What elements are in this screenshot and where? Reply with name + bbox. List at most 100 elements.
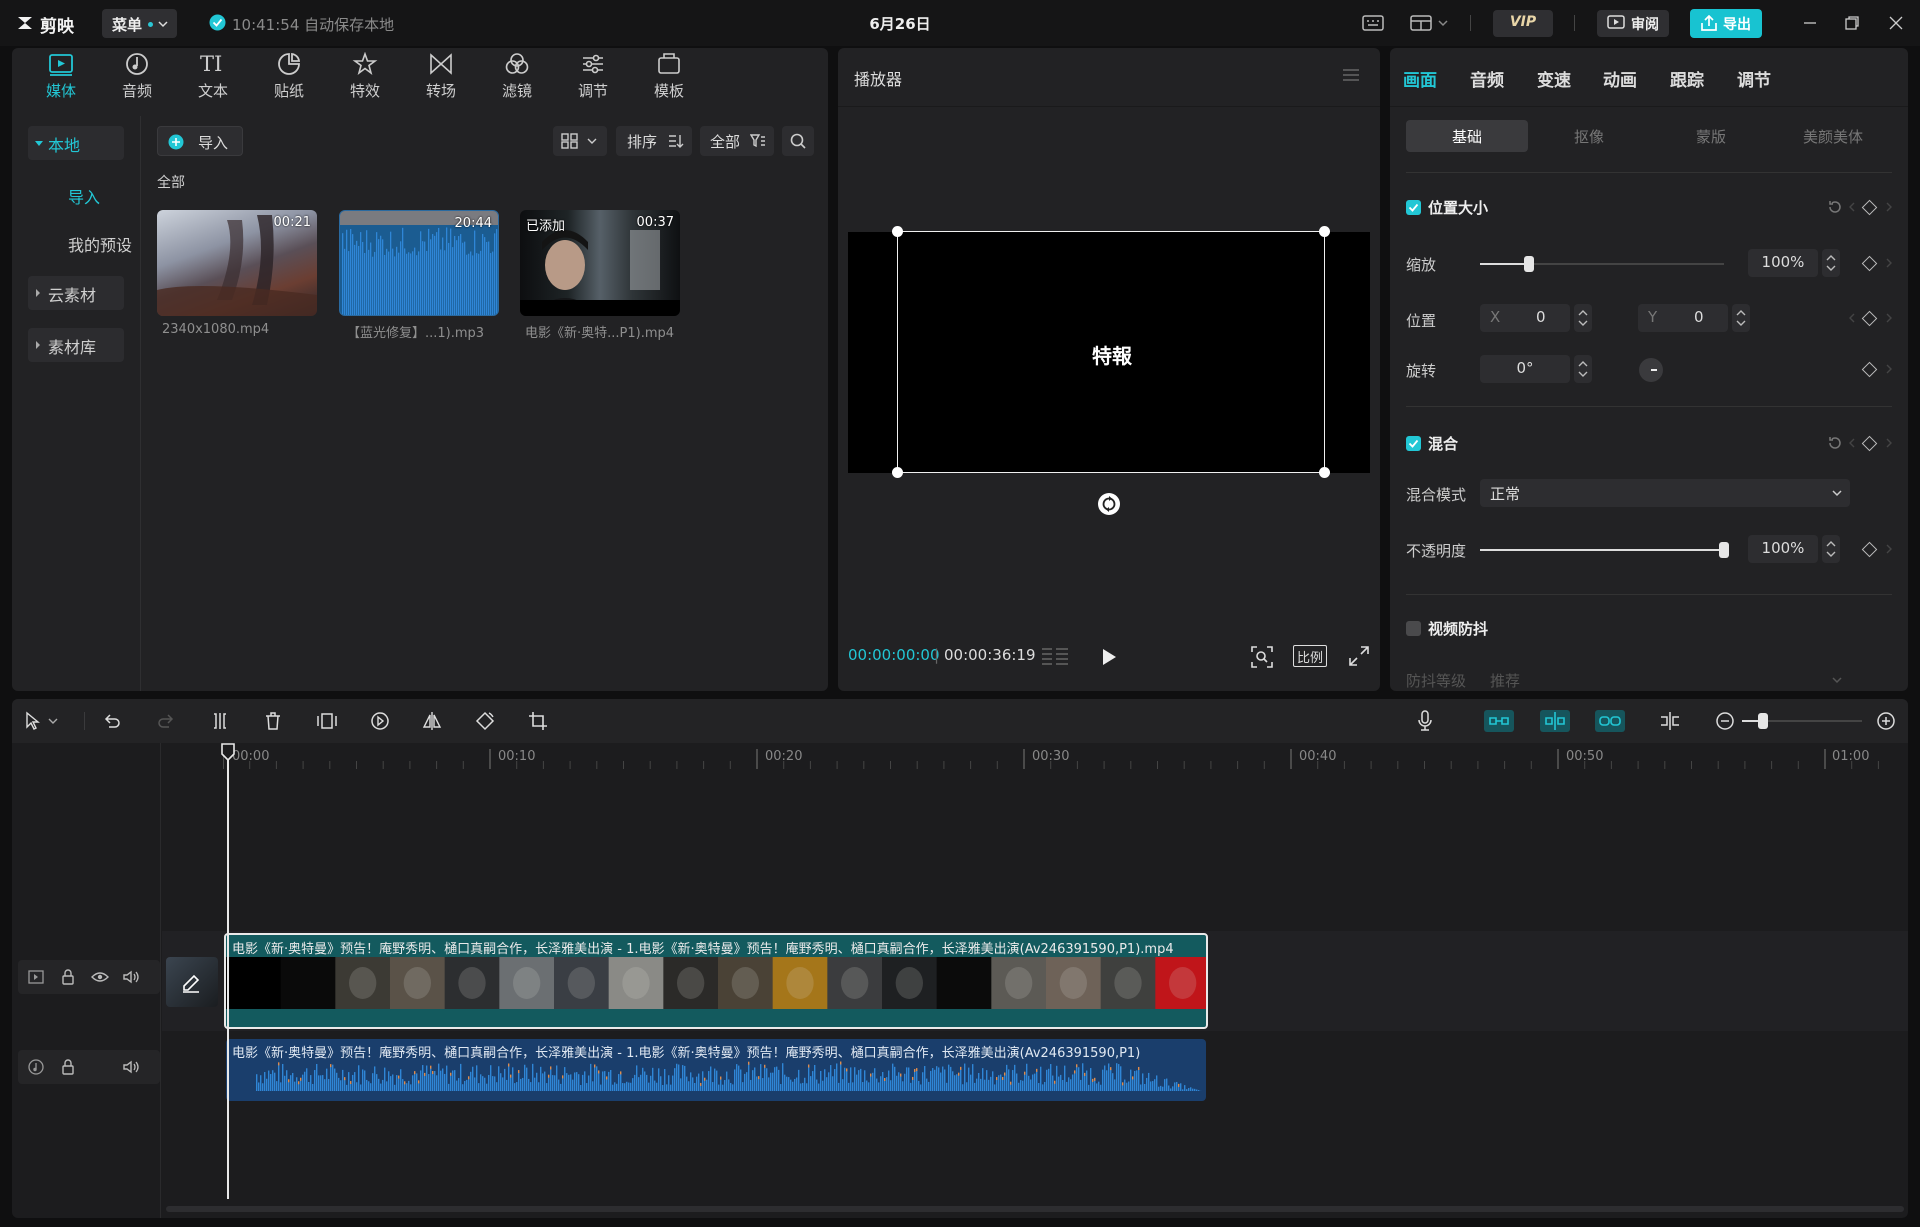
- resize-handle[interactable]: [892, 467, 903, 478]
- zoom-out-icon[interactable]: [1715, 711, 1735, 731]
- preview-axis-icon[interactable]: [1658, 711, 1682, 731]
- reverse-icon[interactable]: [370, 711, 390, 731]
- play-icon[interactable]: [1100, 647, 1118, 667]
- close-icon[interactable]: [1889, 16, 1903, 30]
- freeze-frame-icon[interactable]: [316, 711, 338, 731]
- selection-box[interactable]: 特報: [892, 226, 1330, 478]
- rotate-handle-icon[interactable]: [1097, 492, 1121, 516]
- tab-template[interactable]: 模板: [639, 48, 699, 104]
- rotate-icon[interactable]: [475, 711, 495, 731]
- view-mode-button[interactable]: [553, 126, 607, 156]
- tab-inspector-adjust[interactable]: 调节: [1737, 66, 1771, 91]
- microphone-icon[interactable]: [1416, 710, 1434, 732]
- keyframe-icon[interactable]: [1861, 199, 1878, 216]
- opacity-input[interactable]: 100%: [1748, 535, 1818, 563]
- media-item-video[interactable]: 00:21: [157, 210, 317, 316]
- next-keyframe-icon[interactable]: [1885, 258, 1893, 268]
- zoom-slider-thumb[interactable]: [1758, 713, 1768, 729]
- tab-effects[interactable]: 特效: [335, 48, 395, 104]
- lock-icon[interactable]: [61, 1059, 75, 1075]
- scale-slider-track[interactable]: [1480, 256, 1724, 272]
- redo-icon[interactable]: [156, 711, 176, 731]
- rotate-input[interactable]: 0°: [1480, 355, 1570, 383]
- select-tool-icon[interactable]: [24, 711, 60, 731]
- resize-handle[interactable]: [1319, 226, 1330, 237]
- scale-stepper[interactable]: [1822, 249, 1840, 277]
- position-size-checkbox[interactable]: [1406, 200, 1421, 215]
- blend-checkbox[interactable]: [1406, 436, 1421, 451]
- crop-icon[interactable]: [528, 711, 548, 731]
- ratio-button[interactable]: 比例: [1293, 645, 1327, 667]
- opacity-keyframe-icon[interactable]: [1861, 541, 1878, 558]
- tab-animation[interactable]: 动画: [1603, 66, 1637, 91]
- reset-icon[interactable]: [1827, 435, 1843, 451]
- vip-button[interactable]: VIP: [1493, 10, 1553, 37]
- import-button[interactable]: 导入: [157, 126, 243, 156]
- sidebar-item-import[interactable]: 导入: [48, 178, 144, 212]
- video-clip[interactable]: 电影《新·奥特曼》预告！庵野秀明、樋口真嗣合作，长泽雅美出演 - 1.电影《新·…: [224, 933, 1208, 1029]
- scale-slider-thumb[interactable]: [1523, 256, 1534, 272]
- sidebar-item-cloud[interactable]: 云素材: [28, 276, 124, 310]
- position-x-stepper[interactable]: [1574, 304, 1592, 332]
- subtab-beauty[interactable]: 美颜美体: [1772, 120, 1894, 152]
- maximize-icon[interactable]: [1845, 16, 1859, 30]
- media-item-video-added[interactable]: 已添加 00:37: [520, 210, 680, 316]
- subtab-cutout[interactable]: 抠像: [1528, 120, 1650, 152]
- prev-keyframe-icon[interactable]: [1848, 202, 1856, 212]
- sidebar-item-library[interactable]: 素材库: [28, 328, 124, 362]
- prev-keyframe-icon[interactable]: [1848, 313, 1856, 323]
- tab-tracking[interactable]: 跟踪: [1670, 66, 1704, 91]
- zoom-in-icon[interactable]: [1876, 711, 1896, 731]
- playhead-line[interactable]: [227, 745, 229, 1199]
- timeline-scrollbar[interactable]: [166, 1206, 1904, 1212]
- delete-icon[interactable]: [263, 711, 283, 731]
- rotate-stepper[interactable]: [1574, 355, 1592, 383]
- player-menu-icon[interactable]: [1342, 68, 1360, 82]
- playhead-handle-icon[interactable]: [221, 743, 235, 761]
- main-menu-button[interactable]: 菜单: [102, 9, 177, 38]
- tab-speed[interactable]: 变速: [1537, 66, 1571, 91]
- opacity-stepper[interactable]: [1822, 535, 1840, 563]
- timeline-view-icon[interactable]: [1040, 646, 1070, 668]
- undo-icon[interactable]: [102, 711, 122, 731]
- volume-icon[interactable]: [122, 1060, 140, 1074]
- link-button[interactable]: [1595, 710, 1625, 732]
- export-button[interactable]: 导出: [1690, 9, 1762, 38]
- lock-icon[interactable]: [61, 969, 75, 985]
- tab-text[interactable]: TI 文本: [183, 48, 243, 104]
- sidebar-item-local[interactable]: 本地: [28, 126, 124, 160]
- next-keyframe-icon[interactable]: [1885, 202, 1893, 212]
- main-track-magnet-button[interactable]: [1484, 710, 1514, 732]
- opacity-slider-track[interactable]: [1480, 542, 1729, 558]
- next-keyframe-icon[interactable]: [1885, 313, 1893, 323]
- subtab-mask[interactable]: 蒙版: [1650, 120, 1772, 152]
- blend-mode-select[interactable]: 正常: [1480, 479, 1850, 507]
- subtab-basic[interactable]: 基础: [1406, 120, 1528, 152]
- next-keyframe-icon[interactable]: [1885, 438, 1893, 448]
- rotate-dial-icon[interactable]: [1638, 357, 1664, 383]
- layout-icon[interactable]: [1410, 14, 1450, 32]
- position-y-stepper[interactable]: [1732, 304, 1750, 332]
- resize-handle[interactable]: [1319, 467, 1330, 478]
- minimize-icon[interactable]: [1803, 16, 1817, 30]
- prev-keyframe-icon[interactable]: [1848, 438, 1856, 448]
- reset-icon[interactable]: [1827, 199, 1843, 215]
- tab-audio[interactable]: 音频: [107, 48, 167, 104]
- sort-button[interactable]: 排序: [616, 126, 692, 156]
- tab-sticker[interactable]: 贴纸: [259, 48, 319, 104]
- opacity-slider-thumb[interactable]: [1719, 542, 1729, 558]
- stabilize-level-value[interactable]: 推荐: [1490, 670, 1520, 691]
- tab-media[interactable]: 媒体: [31, 48, 91, 104]
- blend-keyframe-icon[interactable]: [1861, 435, 1878, 452]
- media-item-audio[interactable]: 20:44: [339, 210, 499, 316]
- position-x-input[interactable]: X 0: [1480, 304, 1570, 332]
- split-icon[interactable]: [210, 711, 230, 731]
- auto-snap-button[interactable]: [1540, 710, 1570, 732]
- volume-icon[interactable]: [122, 970, 140, 984]
- scale-input[interactable]: 100%: [1748, 249, 1818, 277]
- mirror-icon[interactable]: [422, 711, 442, 731]
- audio-clip[interactable]: 电影《新·奥特曼》预告！庵野秀明、樋口真嗣合作，长泽雅美出演 - 1.电影《新·…: [226, 1039, 1206, 1101]
- rotate-keyframe-icon[interactable]: [1861, 361, 1878, 378]
- tab-filter[interactable]: 滤镜: [487, 48, 547, 104]
- next-keyframe-icon[interactable]: [1885, 364, 1893, 374]
